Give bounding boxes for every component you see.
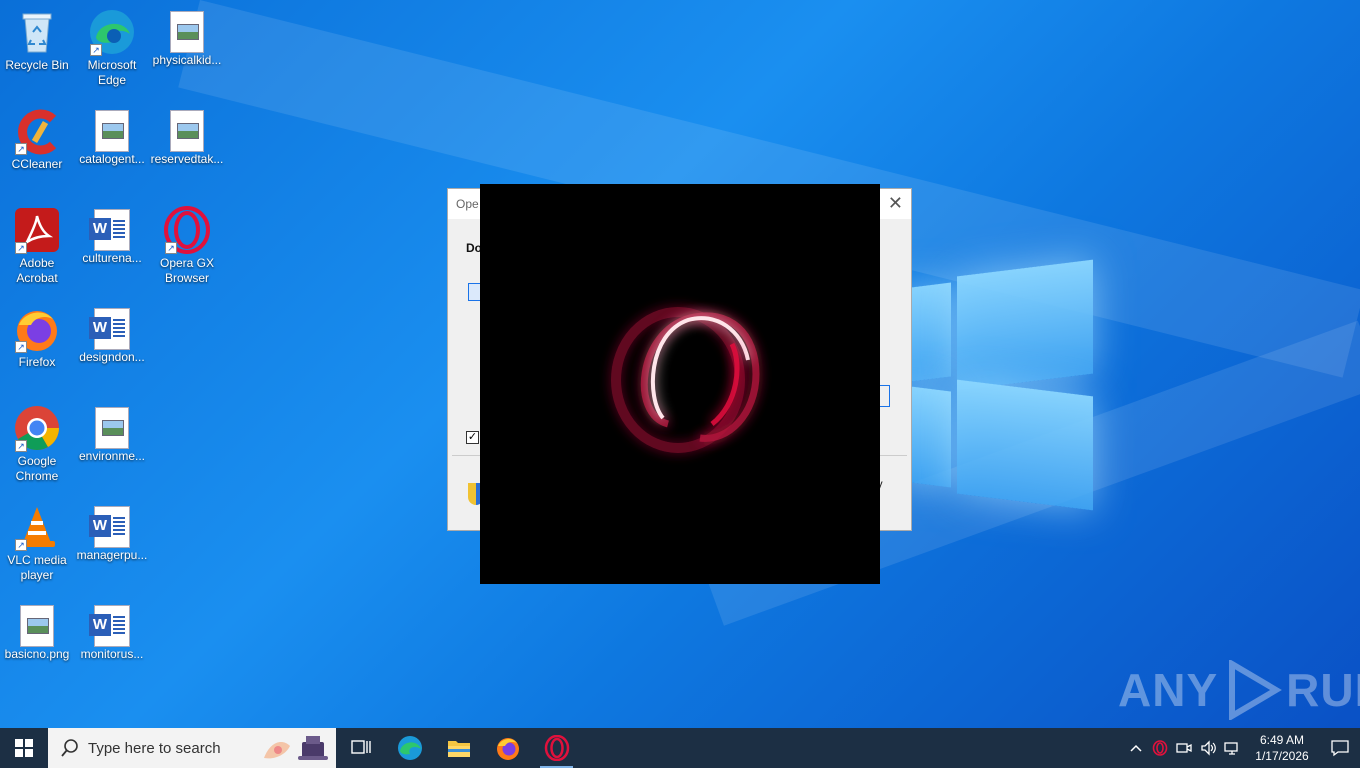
ccleaner-icon: ↗ <box>13 107 61 155</box>
search-highlight-illustration-icon <box>264 736 328 760</box>
taskbar-search-box[interactable]: Type here to search <box>48 728 336 768</box>
opera-icon <box>544 735 569 761</box>
taskbar-file-explorer-button[interactable] <box>434 728 483 768</box>
chrome-icon: ↗ <box>13 404 61 452</box>
vlc-cone-icon: ↗ <box>13 503 61 551</box>
desktop-icon-label: environme... <box>78 449 146 463</box>
notification-center-button[interactable] <box>1320 728 1360 768</box>
play-triangle-icon <box>1229 660 1283 720</box>
clock-time: 6:49 AM <box>1259 733 1305 747</box>
dialog-title: Ope <box>456 197 479 211</box>
close-icon[interactable]: ✕ <box>888 193 903 214</box>
desktop-icon-label: designdon... <box>79 350 145 364</box>
desktop-icon-label: culturena... <box>82 251 142 265</box>
path-input-field[interactable] <box>880 385 890 407</box>
tray-opera-icon[interactable] <box>1148 728 1172 768</box>
show-hidden-icons-chevron-icon[interactable] <box>1124 728 1148 768</box>
acrobat-icon: ↗ <box>13 206 61 254</box>
desktop-icon-adobe-acrobat[interactable]: ↗ Adobe Acrobat <box>0 206 74 286</box>
desktop-icon-label: reservedtak... <box>150 152 224 166</box>
edge-icon: ↗ <box>88 8 136 56</box>
word-document-icon: W <box>89 605 130 647</box>
search-placeholder: Type here to search <box>88 739 221 757</box>
opera-gx-icon: ↗ <box>163 206 211 254</box>
desktop-icon-basicno[interactable]: basicno.png <box>0 602 74 662</box>
folder-icon <box>447 741 470 757</box>
shortcut-arrow-icon: ↗ <box>90 44 102 56</box>
task-view-button[interactable] <box>336 728 385 768</box>
desktop-icon-google-chrome[interactable]: ↗ Google Chrome <box>0 404 74 484</box>
word-document-icon: W <box>89 506 130 548</box>
shortcut-arrow-icon: ↗ <box>15 440 27 452</box>
desktop-icon-label: Recycle Bin <box>5 58 69 72</box>
volume-icon[interactable] <box>1196 728 1220 768</box>
shortcut-arrow-icon: ↗ <box>15 539 27 551</box>
image-file-icon <box>95 110 129 152</box>
search-icon <box>61 739 78 757</box>
meet-now-icon[interactable] <box>1172 728 1196 768</box>
recycle-bin-icon <box>13 8 61 56</box>
desktop-icon-microsoft-edge[interactable]: ↗ Microsoft Edge <box>75 8 149 88</box>
opera-splash-window <box>480 184 880 584</box>
word-document-icon: W <box>89 308 130 350</box>
taskbar-clock[interactable]: 6:49 AM 1/17/2026 <box>1244 732 1320 764</box>
desktop-icon-label: VLC media player <box>7 553 67 582</box>
desktop-icon-designdon[interactable]: W designdon... <box>75 305 149 365</box>
watermark-left-text: ANY <box>1118 664 1219 716</box>
desktop-icon-physicalkid[interactable]: physicalkid... <box>150 8 224 68</box>
opera-gx-logo-icon <box>611 307 760 453</box>
desktop-icon-label: monitorus... <box>80 647 144 661</box>
shortcut-arrow-icon: ↗ <box>15 341 27 353</box>
anyrun-watermark: ANY RUN <box>1118 660 1360 720</box>
desktop-icon-label: Google Chrome <box>15 454 59 483</box>
taskbar: Type here to search 6:49 AM 1/17/2026 <box>0 728 1360 768</box>
desktop-icon-recycle-bin[interactable]: Recycle Bin <box>0 8 74 73</box>
dialog-checkbox[interactable]: ✓ <box>466 431 479 444</box>
image-file-icon <box>20 605 54 647</box>
task-view-icon <box>350 740 371 754</box>
image-file-icon <box>170 11 204 53</box>
image-file-icon <box>95 407 129 449</box>
desktop-icon-label: Adobe Acrobat <box>16 256 58 285</box>
desktop-icon-culturena[interactable]: W culturena... <box>75 206 149 266</box>
desktop-icon-firefox[interactable]: ↗ Firefox <box>0 305 74 370</box>
watermark-right-text: RUN <box>1286 664 1360 716</box>
desktop-icon-ccleaner[interactable]: ↗ CCleaner <box>0 107 74 172</box>
windows-start-icon <box>15 739 33 757</box>
firefox-icon <box>496 738 519 760</box>
desktop-icon-environme[interactable]: environme... <box>75 404 149 464</box>
edge-icon <box>397 736 422 760</box>
shortcut-arrow-icon: ↗ <box>165 242 177 254</box>
image-file-icon <box>170 110 204 152</box>
desktop-icon-managerpu[interactable]: W managerpu... <box>75 503 149 563</box>
desktop-icon-label: catalogent... <box>79 152 145 166</box>
desktop-icon-label: Microsoft Edge <box>87 58 137 87</box>
taskbar-edge-button[interactable] <box>385 728 434 768</box>
word-document-icon: W <box>89 209 130 251</box>
desktop-icon-label: managerpu... <box>76 548 148 562</box>
desktop-icon-opera-gx[interactable]: ↗ Opera GX Browser <box>150 206 224 286</box>
start-button[interactable] <box>0 728 48 768</box>
desktop-icon-label: basicno.png <box>4 647 70 661</box>
shortcut-arrow-icon: ↗ <box>15 242 27 254</box>
desktop-icon-label: CCleaner <box>11 157 63 171</box>
shortcut-arrow-icon: ↗ <box>15 143 27 155</box>
desktop-icon-label: Firefox <box>18 355 56 369</box>
firefox-icon: ↗ <box>13 305 61 353</box>
desktop-icon-monitorus[interactable]: W monitorus... <box>75 602 149 662</box>
taskbar-opera-button[interactable] <box>532 728 581 768</box>
desktop-icon-reservedtak[interactable]: reservedtak... <box>150 107 224 167</box>
notification-icon <box>1331 740 1349 757</box>
desktop-icon-vlc[interactable]: ↗ VLC media player <box>0 503 74 583</box>
system-tray: 6:49 AM 1/17/2026 <box>1124 728 1360 768</box>
desktop-icon-label: physicalkid... <box>152 53 222 67</box>
network-icon[interactable] <box>1220 728 1244 768</box>
taskbar-firefox-button[interactable] <box>483 728 532 768</box>
desktop-icon-label: Opera GX Browser <box>159 256 215 285</box>
desktop-icon-catalogent[interactable]: catalogent... <box>75 107 149 167</box>
clock-date: 1/17/2026 <box>1255 749 1309 763</box>
